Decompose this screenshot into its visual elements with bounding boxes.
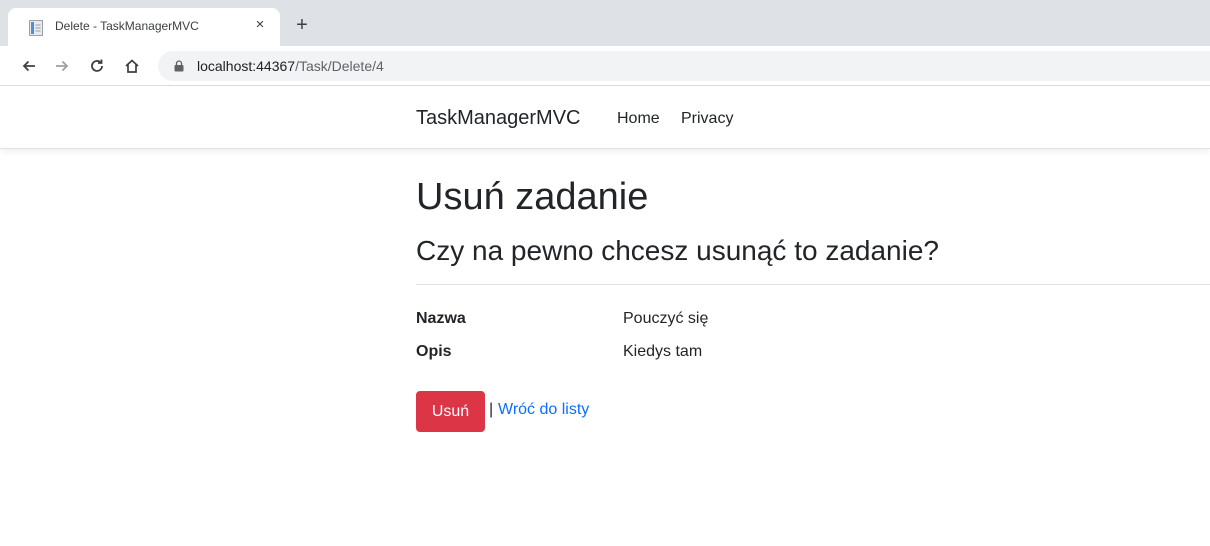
new-tab-button[interactable]: +: [292, 15, 312, 36]
separator: |: [489, 401, 494, 418]
nav-link-home[interactable]: Home: [617, 110, 660, 128]
arrow-right-icon: [56, 60, 69, 72]
home-icon: [125, 59, 139, 73]
url-text: localhost:44367/Task/Delete/4: [197, 58, 384, 74]
reload-icon: [91, 59, 103, 72]
home-button[interactable]: [121, 55, 143, 77]
browser-toolbar: localhost:44367/Task/Delete/4: [0, 46, 1210, 86]
back-to-list-link[interactable]: Wróć do listy: [498, 401, 589, 419]
reload-button[interactable]: [86, 55, 108, 77]
delete-button[interactable]: Usuń: [416, 391, 485, 432]
divider: [416, 284, 1210, 285]
page-icon: [29, 20, 43, 36]
address-bar[interactable]: localhost:44367/Task/Delete/4: [158, 51, 1210, 81]
field-label-name: Nazwa: [416, 310, 466, 327]
arrow-left-icon: [22, 60, 35, 72]
browser-tab[interactable]: Delete - TaskManagerMVC ×: [8, 8, 280, 46]
field-label-description: Opis: [416, 343, 452, 360]
navbar-brand[interactable]: TaskManagerMVC: [416, 107, 581, 130]
tab-title: Delete - TaskManagerMVC: [55, 19, 199, 33]
lock-icon[interactable]: [174, 60, 184, 72]
close-icon[interactable]: ×: [252, 17, 268, 33]
site-navbar: TaskManagerMVC Home Privacy: [0, 87, 1210, 149]
browser-tabstrip: Delete - TaskManagerMVC × +: [0, 0, 1210, 46]
confirm-question: Czy na pewno chcesz usunąć to zadanie?: [416, 235, 939, 266]
nav-link-privacy[interactable]: Privacy: [681, 110, 733, 128]
back-button[interactable]: [18, 55, 40, 77]
page-title: Usuń zadanie: [416, 176, 649, 218]
field-value-name: Pouczyć się: [623, 310, 709, 327]
field-value-description: Kiedys tam: [623, 343, 703, 360]
url-path: /Task/Delete/4: [295, 58, 384, 74]
url-host: localhost:44367: [197, 58, 296, 74]
forward-button[interactable]: [51, 55, 73, 77]
